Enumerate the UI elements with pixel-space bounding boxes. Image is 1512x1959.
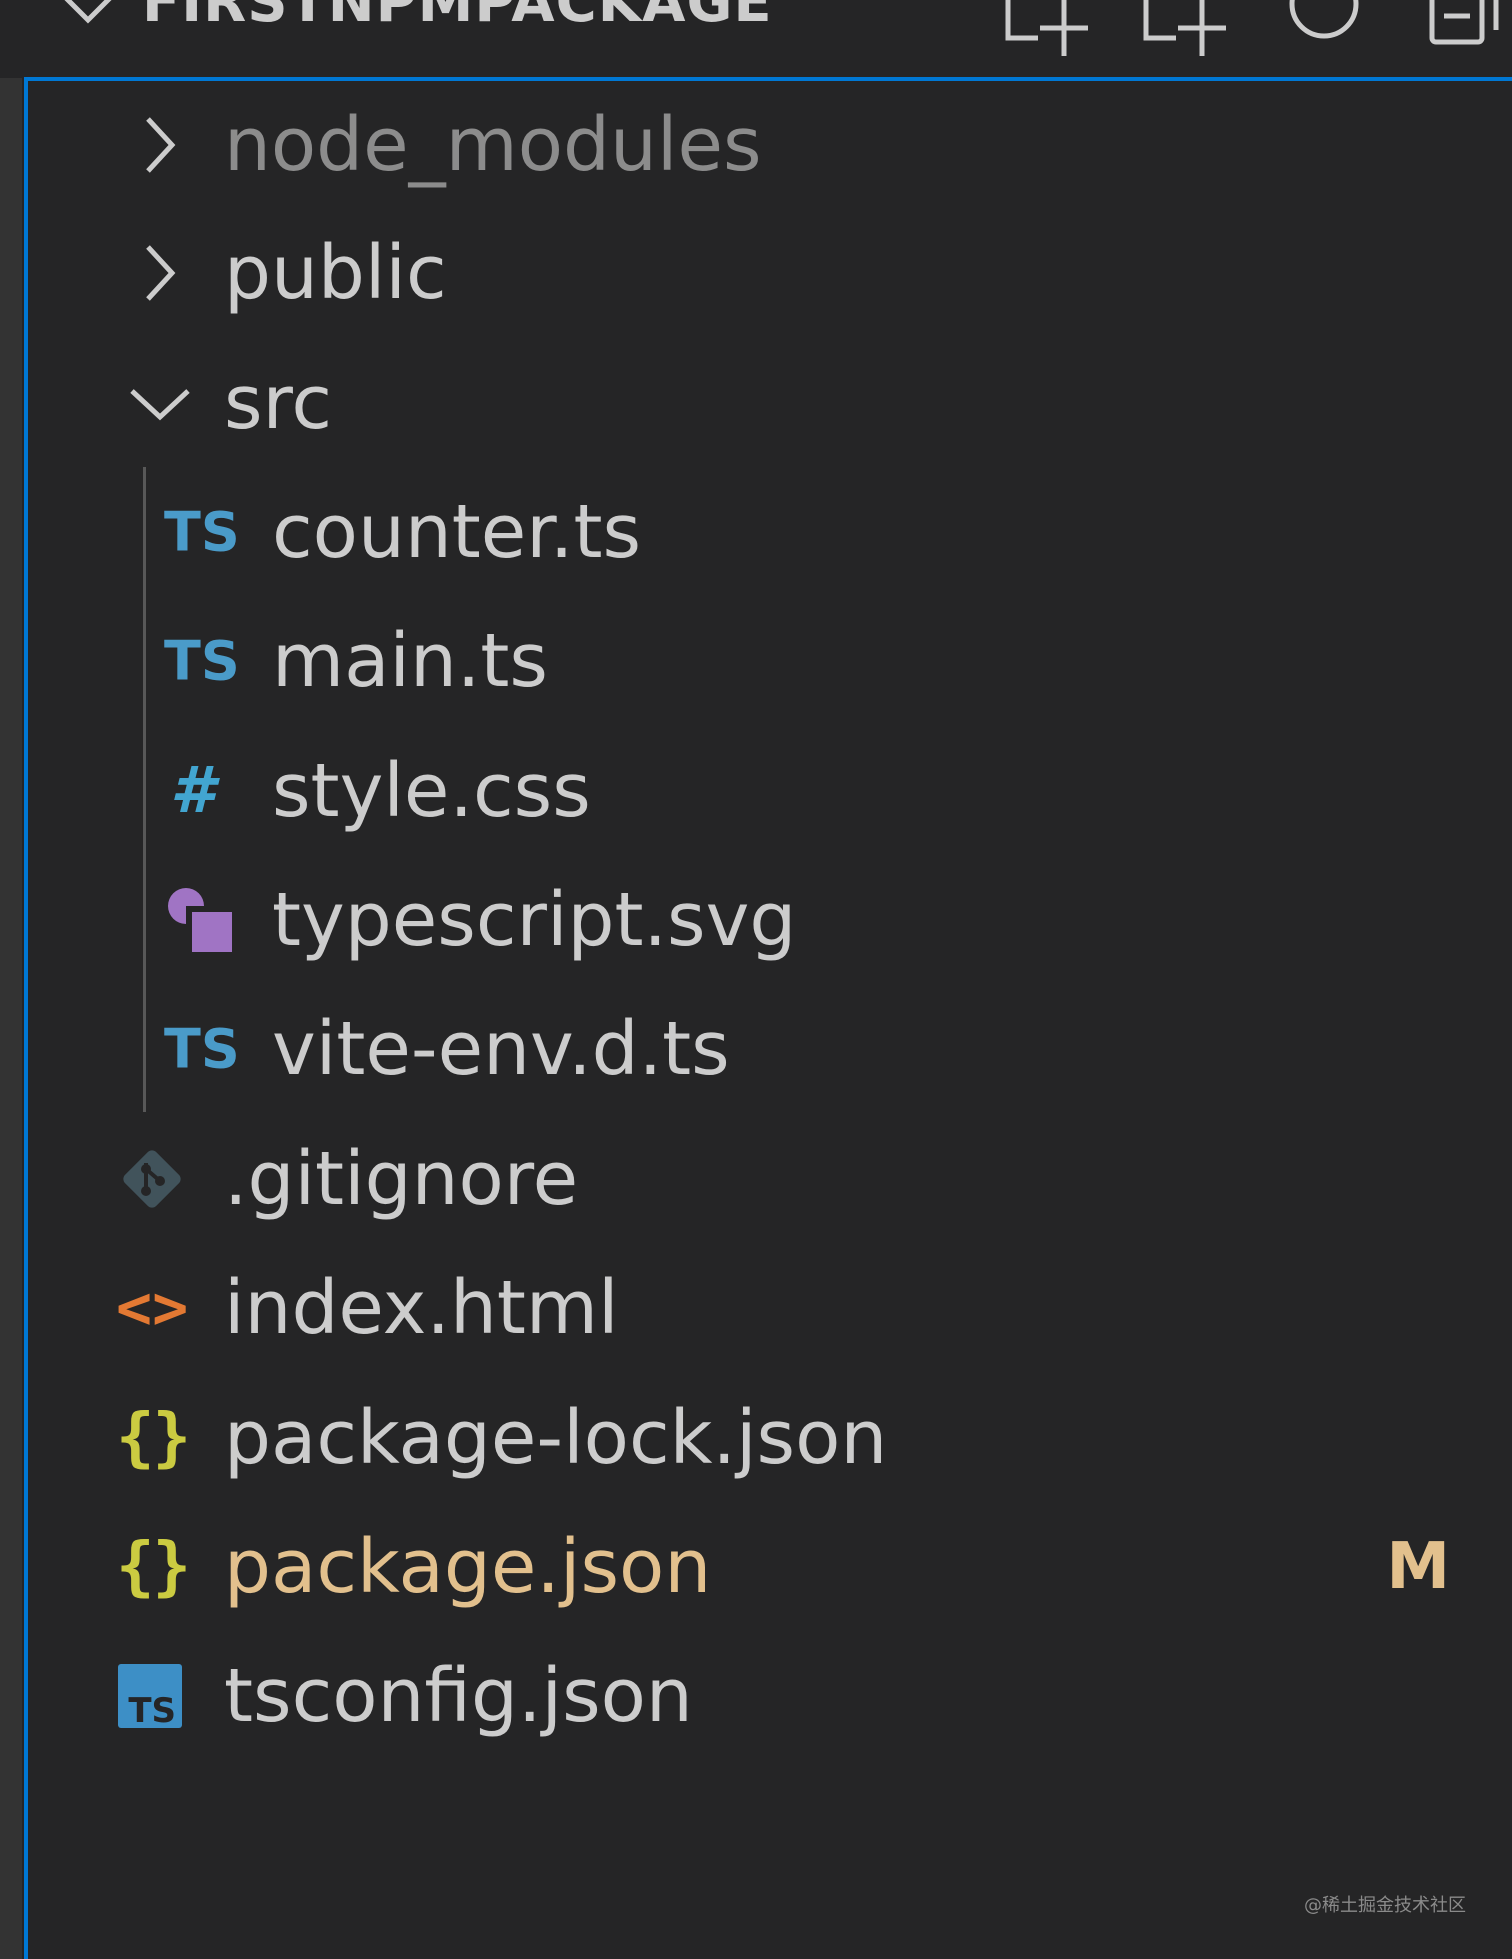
typescript-file-icon: TS — [164, 500, 240, 564]
tree-item-label: main.ts — [272, 618, 548, 704]
chevron-right-icon[interactable] — [140, 243, 180, 303]
watermark: @稀土掘金技术社区 — [1304, 1895, 1466, 1916]
tree-item-counter-ts[interactable]: TS counter.ts — [0, 468, 1512, 596]
tree-item-label: package.json — [224, 1524, 712, 1610]
tree-item-label: tsconfig.json — [224, 1653, 693, 1739]
new-file-icon[interactable] — [1002, 0, 1092, 60]
tree-item-label: package-lock.json — [224, 1395, 888, 1481]
chevron-right-icon[interactable] — [140, 115, 180, 175]
html-file-icon: <> — [116, 1273, 189, 1343]
tree-item-label: node_modules — [224, 102, 762, 188]
typescript-file-icon: TS — [164, 629, 240, 693]
git-modified-badge: M — [1386, 1530, 1450, 1604]
explorer-panel: FIRSTNPMPACKAGE node_modules public src … — [0, 0, 1512, 1959]
tree-item-label: style.css — [272, 748, 591, 834]
json-file-icon: {} — [116, 1401, 191, 1475]
refresh-icon[interactable] — [1282, 0, 1372, 60]
json-file-icon: {} — [116, 1530, 191, 1604]
tsconfig-file-icon: TS — [118, 1664, 182, 1730]
tree-item-package-lock[interactable]: {} package-lock.json — [0, 1374, 1512, 1502]
tree-item-index-html[interactable]: <> index.html — [0, 1244, 1512, 1372]
tree-item-main-ts[interactable]: TS main.ts — [0, 597, 1512, 725]
svg-file-icon — [168, 888, 232, 952]
tree-item-typescript-svg[interactable]: typescript.svg — [0, 856, 1512, 984]
tree-item-tsconfig[interactable]: TS tsconfig.json — [0, 1632, 1512, 1760]
chevron-down-icon[interactable] — [128, 383, 192, 423]
collapse-all-icon[interactable] — [1422, 0, 1512, 60]
tsconfig-icon-label: TS — [128, 1691, 176, 1730]
tree-item-src[interactable]: src — [0, 339, 1512, 467]
git-icon — [123, 1150, 181, 1208]
tree-item-label: public — [224, 230, 447, 316]
tree-item-vite-env[interactable]: TS vite-env.d.ts — [0, 985, 1512, 1113]
explorer-section-header[interactable]: FIRSTNPMPACKAGE — [0, 0, 1512, 78]
tree-item-style-css[interactable]: # style.css — [0, 727, 1512, 855]
tree-item-node-modules[interactable]: node_modules — [0, 81, 1512, 209]
typescript-file-icon: TS — [164, 1017, 240, 1081]
tree-item-label: vite-env.d.ts — [272, 1006, 730, 1092]
chevron-down-icon[interactable] — [58, 0, 118, 32]
tree-item-gitignore[interactable]: .gitignore — [0, 1115, 1512, 1243]
tree-item-label: index.html — [224, 1265, 619, 1351]
tree-item-label: typescript.svg — [272, 877, 797, 963]
new-folder-icon[interactable] — [1140, 0, 1230, 60]
tree-item-label: .gitignore — [224, 1136, 579, 1222]
tree-item-package-json[interactable]: {} package.json M — [0, 1503, 1512, 1631]
tree-item-label: src — [224, 360, 333, 446]
tree-item-public[interactable]: public — [0, 209, 1512, 337]
css-file-icon: # — [170, 754, 215, 828]
tree-item-label: counter.ts — [272, 489, 642, 575]
workspace-title: FIRSTNPMPACKAGE — [142, 0, 773, 35]
